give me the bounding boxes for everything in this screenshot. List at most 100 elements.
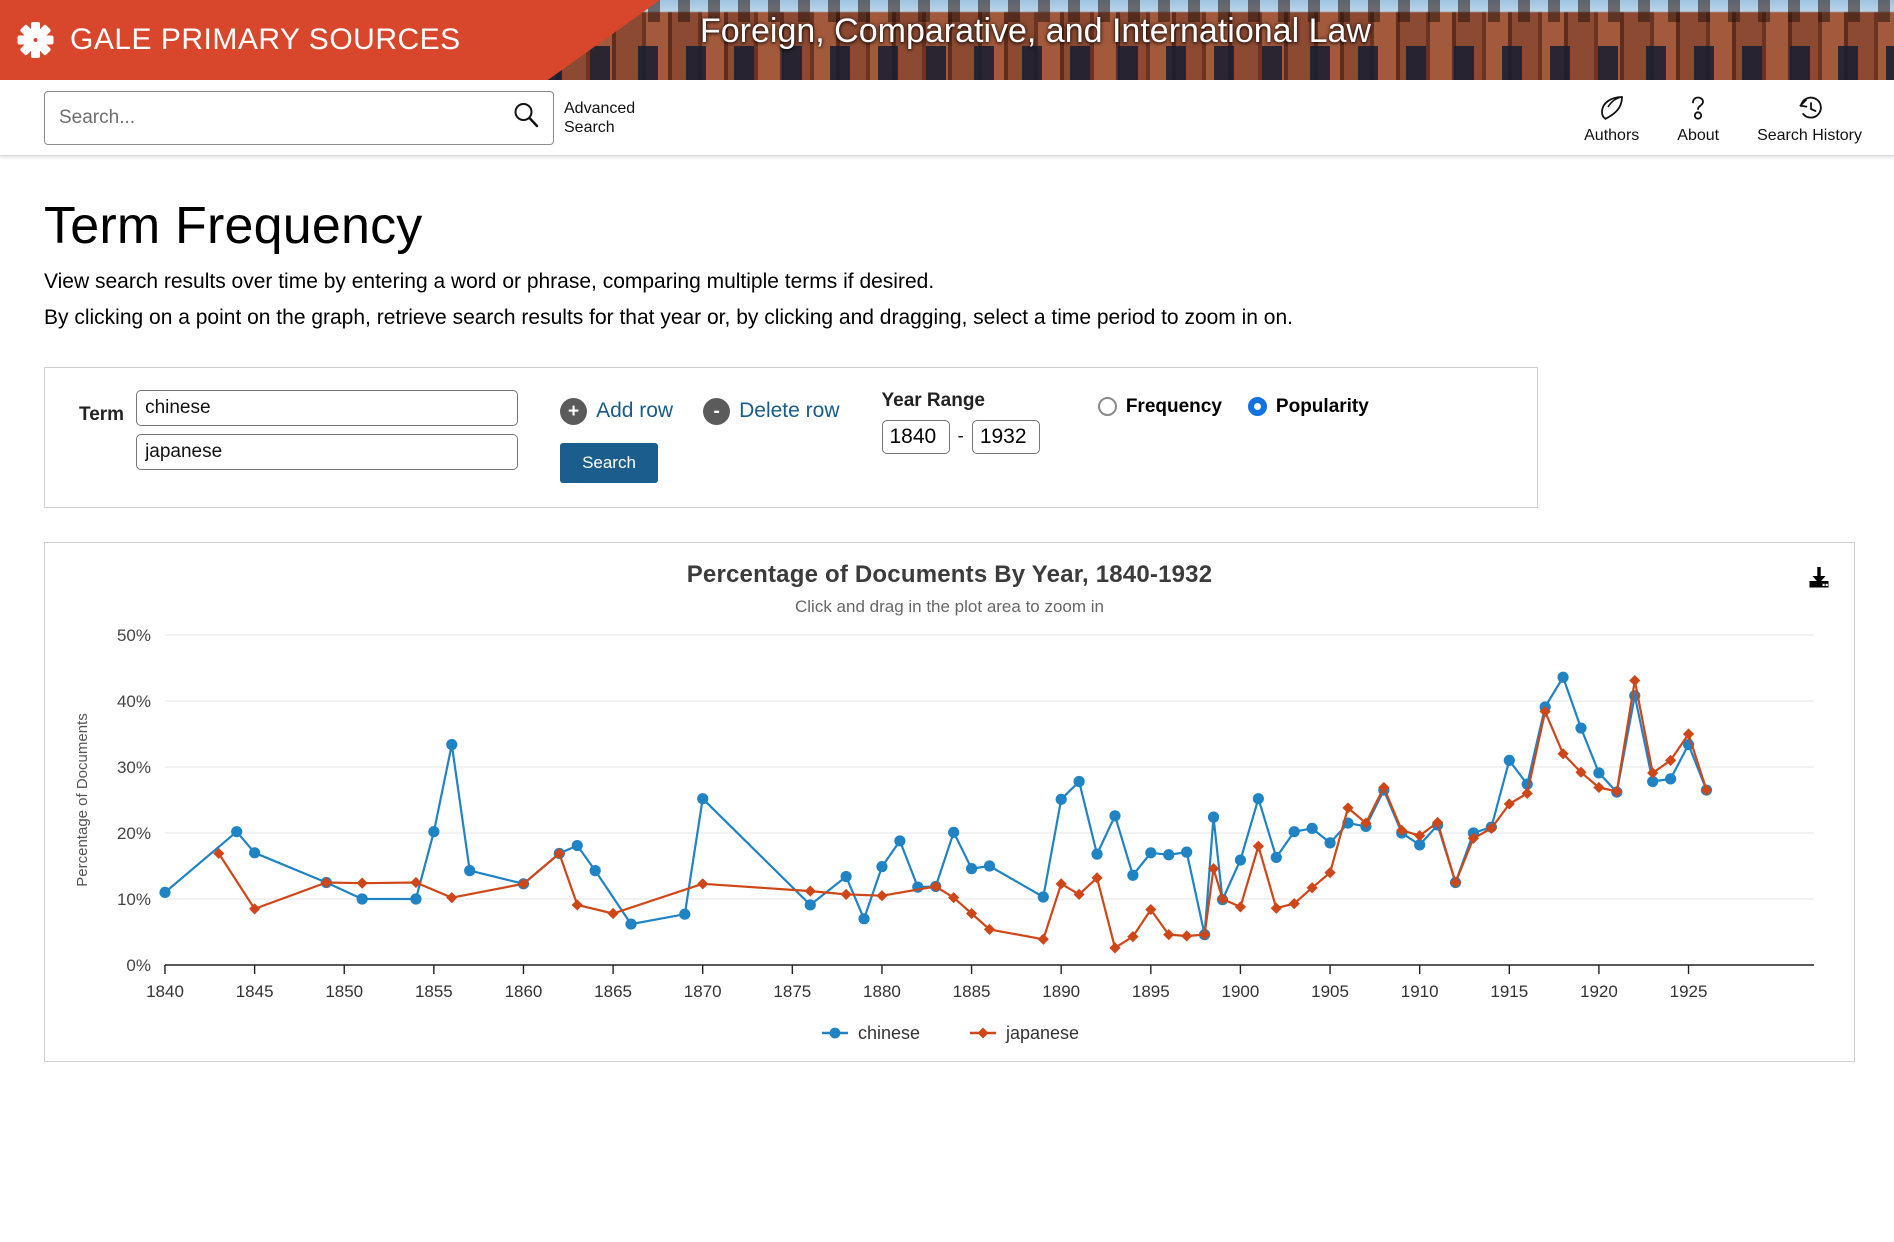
data-point[interactable] <box>1270 851 1282 863</box>
data-point[interactable] <box>858 912 870 925</box>
search-history-tool[interactable]: Search History <box>1757 91 1862 145</box>
data-point[interactable] <box>1252 792 1264 804</box>
data-point[interactable] <box>1324 836 1336 849</box>
search-field[interactable] <box>44 90 554 145</box>
data-point[interactable] <box>159 886 171 898</box>
data-point[interactable] <box>983 860 996 872</box>
data-point[interactable] <box>1181 930 1193 942</box>
x-axis-tick-label: 1900 <box>1222 982 1260 1001</box>
term-input-2[interactable] <box>136 433 519 470</box>
data-point[interactable] <box>697 792 709 804</box>
data-point[interactable] <box>1181 846 1193 858</box>
data-point[interactable] <box>1163 848 1175 861</box>
data-point[interactable] <box>1252 840 1264 852</box>
search-icon[interactable] <box>511 100 541 135</box>
data-point[interactable] <box>948 826 960 838</box>
data-point[interactable] <box>1521 787 1533 799</box>
legend-item-japanese[interactable]: japanese <box>968 1023 1079 1044</box>
data-point[interactable] <box>876 889 888 901</box>
data-point[interactable] <box>697 877 709 890</box>
x-axis-tick-label: 1885 <box>953 982 991 1001</box>
term-frequency-line-chart[interactable]: 0% 10% 20% 30% 40% 50% Percentage of Documents… <box>45 621 1854 1021</box>
data-point[interactable] <box>607 907 619 919</box>
download-icon[interactable] <box>1806 565 1832 596</box>
data-point[interactable] <box>1503 754 1515 766</box>
data-point[interactable] <box>428 825 440 837</box>
about-tool[interactable]: About <box>1677 91 1719 145</box>
x-axis-tick-label: 1840 <box>146 982 184 1001</box>
data-point[interactable] <box>804 899 816 911</box>
data-point[interactable] <box>464 864 476 876</box>
add-row-button[interactable]: + Add row <box>560 397 673 425</box>
data-point[interactable] <box>965 862 978 874</box>
data-point[interactable] <box>1127 930 1139 942</box>
data-point[interactable] <box>1270 902 1282 914</box>
radio-popularity[interactable]: Popularity <box>1247 396 1369 418</box>
data-point[interactable] <box>1557 671 1569 683</box>
data-point[interactable] <box>410 893 422 905</box>
series-chinese[interactable] <box>159 671 1713 940</box>
data-point[interactable] <box>1207 811 1220 823</box>
data-point[interactable] <box>1306 822 1318 834</box>
year-to-input[interactable] <box>971 419 1040 454</box>
term-form-panel: Term + Add row - Delete row Search Year … <box>44 366 1538 508</box>
data-point[interactable] <box>625 918 637 930</box>
term-input-1[interactable] <box>136 389 519 426</box>
authors-label: Authors <box>1584 127 1640 144</box>
x-axis-tick-label: 1875 <box>773 982 811 1001</box>
data-point[interactable] <box>1234 901 1247 913</box>
data-point[interactable] <box>1109 941 1121 954</box>
data-point[interactable] <box>249 846 261 859</box>
page-lede-1: View search results over time by enterin… <box>44 270 935 293</box>
data-point[interactable] <box>1073 775 1085 787</box>
search-button[interactable]: Search <box>560 442 658 483</box>
data-point[interactable] <box>840 870 852 882</box>
data-point[interactable] <box>679 908 691 920</box>
data-point[interactable] <box>249 902 261 915</box>
authors-tool[interactable]: Authors <box>1584 91 1639 145</box>
data-point[interactable] <box>571 839 583 851</box>
data-point[interactable] <box>1145 846 1157 859</box>
data-point[interactable] <box>1665 772 1677 785</box>
data-point[interactable] <box>356 893 368 905</box>
search-input[interactable] <box>57 105 511 130</box>
data-point[interactable] <box>446 738 458 750</box>
search-history-label: Search History <box>1757 127 1862 144</box>
data-point[interactable] <box>894 835 906 847</box>
page-body: Term Frequency View search results over … <box>0 196 1894 1062</box>
data-point[interactable] <box>1629 674 1641 686</box>
data-point[interactable] <box>1109 809 1121 822</box>
data-point[interactable] <box>876 860 888 872</box>
radio-frequency-icon[interactable] <box>1097 397 1117 417</box>
data-point[interactable] <box>571 899 583 911</box>
data-point[interactable] <box>1055 877 1067 890</box>
data-point[interactable] <box>1037 891 1049 903</box>
data-point[interactable] <box>1091 848 1103 860</box>
about-label: About <box>1677 127 1720 144</box>
data-point[interactable] <box>1127 869 1139 881</box>
brand-title: GALE PRIMARY SOURCES <box>70 23 461 56</box>
data-point[interactable] <box>231 825 243 837</box>
radio-frequency[interactable]: Frequency <box>1097 396 1222 418</box>
data-point[interactable] <box>1575 722 1587 734</box>
data-point[interactable] <box>1288 825 1300 837</box>
brand-wedge[interactable]: GALE PRIMARY SOURCES <box>0 0 660 80</box>
data-point[interactable] <box>356 877 368 889</box>
data-point[interactable] <box>804 885 816 897</box>
data-point[interactable] <box>1593 767 1605 779</box>
row-buttons-line: + Add row - Delete row <box>560 397 840 425</box>
legend-item-chinese[interactable]: chinese <box>820 1023 920 1044</box>
advanced-search-link[interactable]: Advanced Search <box>564 99 660 137</box>
y-axis-tick-label: 0% <box>126 956 151 975</box>
data-point[interactable] <box>589 864 601 876</box>
x-axis-tick-label: 1890 <box>1042 982 1080 1001</box>
radio-popularity-icon[interactable] <box>1247 397 1267 417</box>
chart-subtitle: Click and drag in the plot area to zoom … <box>794 596 1104 616</box>
data-point[interactable] <box>840 888 852 900</box>
data-point[interactable] <box>446 891 458 903</box>
data-point[interactable] <box>1055 793 1067 805</box>
data-point[interactable] <box>1037 933 1049 945</box>
delete-row-button[interactable]: - Delete row <box>703 397 840 425</box>
data-point[interactable] <box>1234 854 1247 866</box>
year-from-input[interactable] <box>881 419 950 454</box>
